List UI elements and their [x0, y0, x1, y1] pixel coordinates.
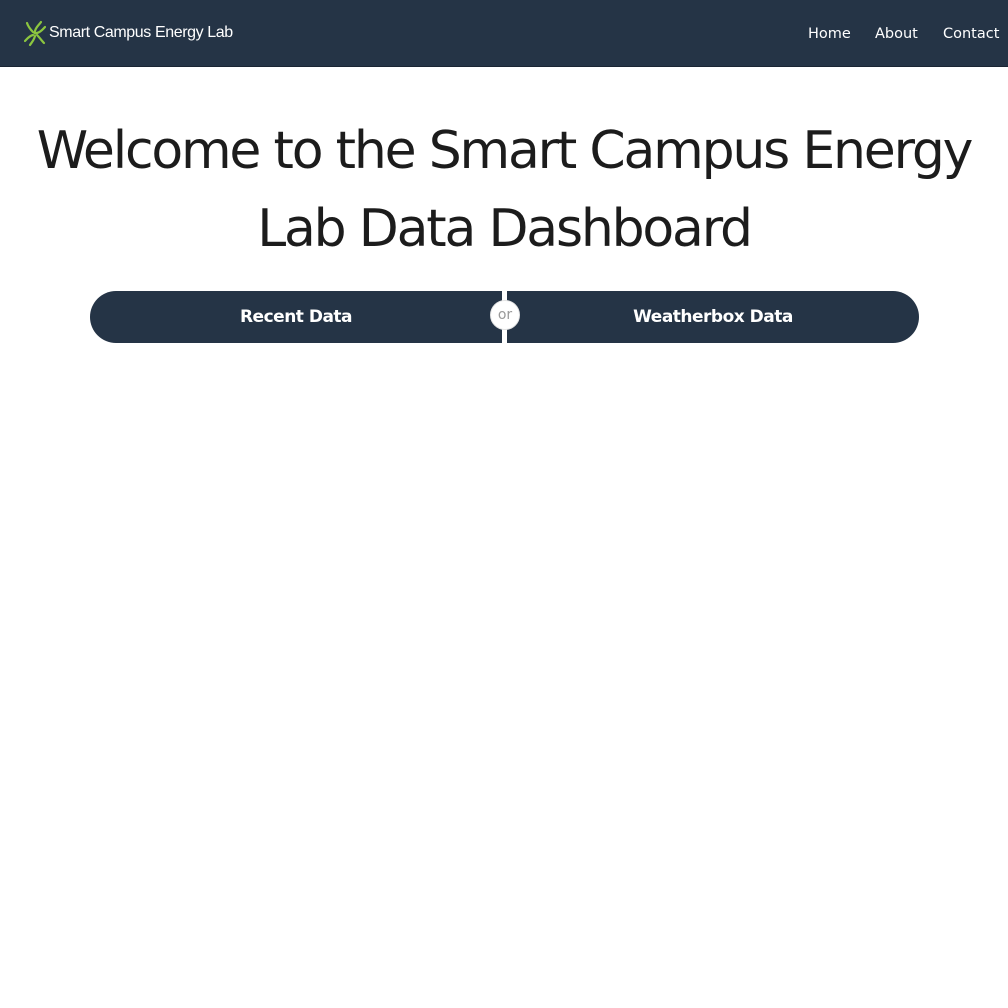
brand-title: Smart Campus Energy Lab [49, 24, 233, 41]
nav-link-contact[interactable]: Contact [943, 22, 999, 46]
weatherbox-data-button[interactable]: Weatherbox Data [507, 291, 919, 343]
recent-data-button[interactable]: Recent Data [90, 291, 502, 343]
or-divider-badge: or [490, 300, 520, 330]
page-title: Welcome to the Smart Campus Energy Lab D… [36, 121, 974, 259]
pinwheel-leaf-icon [23, 19, 47, 47]
data-choice-button-group: Recent Data Weatherbox Data or [90, 291, 919, 343]
top-navbar: Smart Campus Energy Lab Home About Conta… [0, 0, 1008, 67]
nav-link-about[interactable]: About [875, 22, 918, 46]
brand-link[interactable]: Smart Campus Energy Lab [23, 18, 233, 48]
nav-link-home[interactable]: Home [808, 22, 851, 46]
